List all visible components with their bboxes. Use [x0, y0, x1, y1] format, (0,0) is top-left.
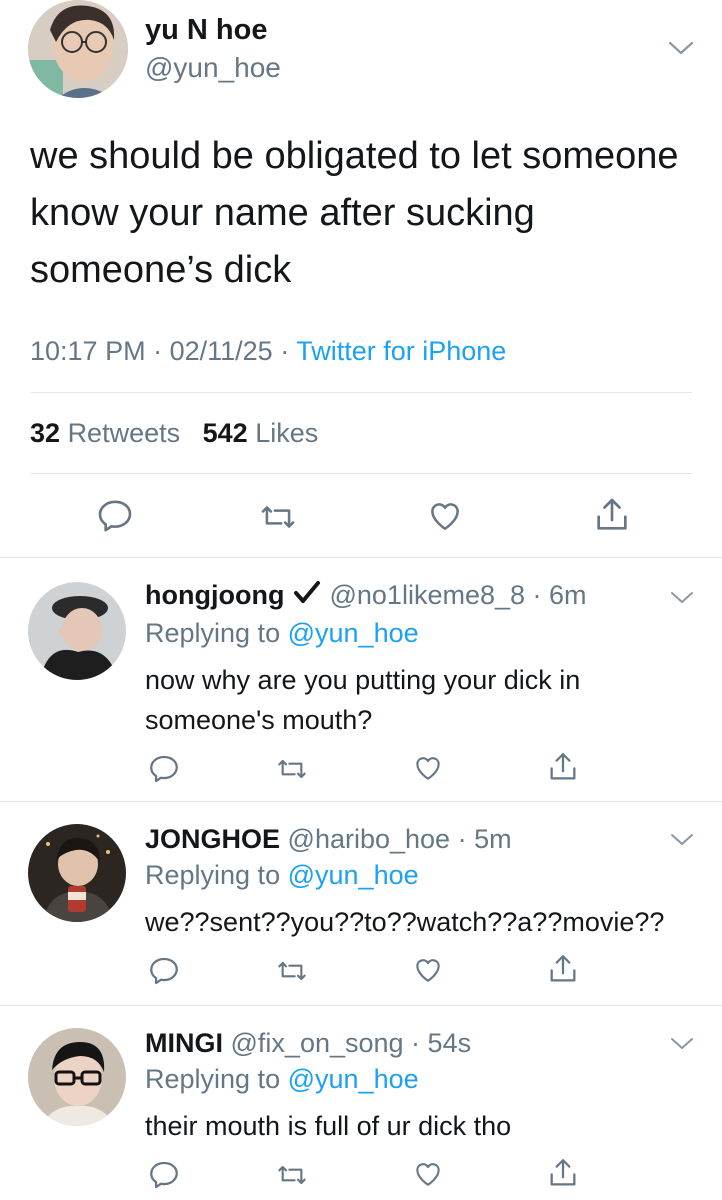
main-display-name[interactable]: yu N hoe: [145, 14, 267, 47]
reply-icon[interactable]: [95, 496, 135, 536]
retweet-icon[interactable]: [275, 955, 309, 987]
reply-header: MINGI @fix_on_song · 54s: [145, 1028, 472, 1058]
share-icon[interactable]: [546, 951, 580, 987]
reply-tweet[interactable]: hongjoong @no1likeme8_8 · 6m Replying to…: [0, 558, 722, 801]
reply-avatar[interactable]: [28, 824, 126, 922]
reply-icon[interactable]: [147, 954, 181, 988]
main-tweet: yu N hoe @yun_hoe we should be obligated…: [0, 0, 722, 557]
reply-action-bar: [0, 950, 722, 1000]
reply-avatar[interactable]: [28, 582, 126, 680]
tweet-source-link[interactable]: Twitter for iPhone: [296, 336, 506, 366]
replying-to-link[interactable]: @yun_hoe: [288, 618, 419, 648]
reply-action-bar: [0, 748, 722, 798]
reply-action-bar: [0, 1154, 722, 1200]
reply-time: 6m: [549, 580, 587, 610]
retweets-stat[interactable]: 32 Retweets: [30, 418, 180, 448]
reply-time: 5m: [474, 824, 512, 854]
reply-display-name[interactable]: JONGHOE: [145, 824, 280, 854]
reply-tweet[interactable]: MINGI @fix_on_song · 54s Replying to @yu…: [0, 1006, 722, 1200]
chevron-down-icon[interactable]: [669, 588, 695, 606]
verified-check-icon: [293, 581, 320, 603]
reply-display-name[interactable]: MINGI: [145, 1028, 223, 1058]
likes-stat[interactable]: 542 Likes: [203, 418, 319, 448]
reply-avatar[interactable]: [28, 1028, 126, 1126]
chevron-down-icon[interactable]: [669, 1034, 695, 1052]
reply-handle[interactable]: @no1likeme8_8: [329, 580, 525, 610]
main-avatar[interactable]: [28, 0, 128, 98]
reply-icon[interactable]: [147, 752, 181, 786]
tweet-stats: 32 Retweets 542 Likes: [30, 418, 318, 449]
reply-icon[interactable]: [147, 1158, 181, 1192]
retweet-icon[interactable]: [275, 753, 309, 785]
main-handle[interactable]: @yun_hoe: [145, 52, 281, 84]
main-tweet-text: we should be obligated to let someone kn…: [30, 135, 679, 291]
share-icon[interactable]: [546, 749, 580, 785]
divider: [30, 392, 692, 393]
like-icon[interactable]: [411, 752, 445, 784]
reply-text: now why are you putting your dick in som…: [145, 665, 581, 735]
chevron-down-icon[interactable]: [667, 38, 695, 58]
like-icon[interactable]: [411, 1158, 445, 1190]
tweet-time: 10:17 PM: [30, 336, 146, 366]
chevron-down-icon[interactable]: [669, 830, 695, 848]
reply-header: hongjoong @no1likeme8_8 · 6m: [145, 580, 587, 610]
reply-text: their mouth is full of ur dick tho: [145, 1111, 512, 1141]
reply-handle[interactable]: @haribo_hoe: [288, 824, 451, 854]
main-action-bar: [0, 492, 722, 542]
reply-header: JONGHOE @haribo_hoe · 5m: [145, 824, 512, 854]
retweet-icon[interactable]: [258, 498, 298, 536]
tweet-date: 02/11/25: [169, 336, 273, 366]
like-icon[interactable]: [425, 497, 465, 535]
replying-to-link[interactable]: @yun_hoe: [288, 1064, 419, 1094]
reply-handle[interactable]: @fix_on_song: [231, 1028, 404, 1058]
retweet-icon[interactable]: [275, 1159, 309, 1191]
share-icon[interactable]: [546, 1155, 580, 1191]
reply-text: we??sent??you??to??watch??a??movie??: [145, 907, 665, 937]
replying-to: Replying to @yun_hoe: [145, 618, 419, 648]
tweet-meta: 10:17 PM · 02/11/25 · Twitter for iPhone: [30, 336, 507, 366]
like-icon[interactable]: [411, 954, 445, 986]
replying-to-link[interactable]: @yun_hoe: [288, 860, 419, 890]
replying-to: Replying to @yun_hoe: [145, 860, 419, 890]
share-icon[interactable]: [592, 494, 632, 536]
reply-tweet[interactable]: JONGHOE @haribo_hoe · 5m Replying to @yu…: [0, 802, 722, 1005]
reply-display-name[interactable]: hongjoong: [145, 580, 284, 610]
replying-to: Replying to @yun_hoe: [145, 1064, 419, 1094]
reply-time: 54s: [427, 1028, 472, 1058]
divider: [30, 473, 692, 474]
